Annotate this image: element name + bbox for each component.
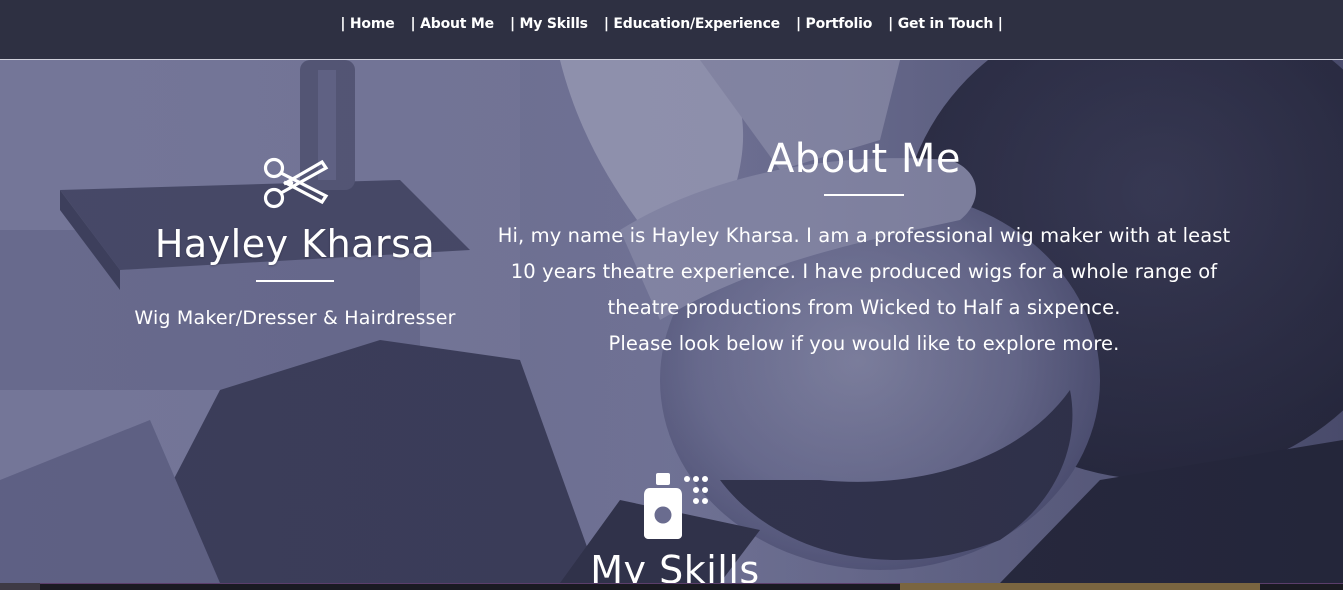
about-text: Hi, my name is Hayley Kharsa. I am a pro…: [490, 218, 1238, 362]
scissors-icon: [263, 157, 329, 209]
about-divider: [824, 194, 904, 196]
nav-item-portfolio[interactable]: | Portfolio: [788, 16, 880, 32]
nav-item-home[interactable]: | Home: [332, 16, 402, 32]
skills-section: My Skills: [560, 470, 790, 583]
nav-item-education-experience[interactable]: | Education/Experience: [596, 16, 788, 32]
about-section: About Me Hi, my name is Hayley Kharsa. I…: [490, 136, 1238, 362]
hero-section: Hayley Kharsa Wig Maker/Dresser & Hairdr…: [0, 60, 1343, 583]
skills-title: My Skills: [590, 548, 760, 583]
profile-divider: [256, 280, 334, 282]
about-paragraph: Please look below if you would like to e…: [608, 332, 1120, 355]
next-section-edge: [0, 583, 1343, 590]
strip-thumb-left: [0, 583, 40, 590]
spray-bottle-icon: [644, 473, 708, 539]
profile-name: Hayley Kharsa: [154, 222, 436, 266]
profile-block: Hayley Kharsa Wig Maker/Dresser & Hairdr…: [90, 156, 500, 329]
nav-item-my-skills[interactable]: | My Skills: [502, 16, 596, 32]
strip-thumb-right: [900, 583, 1260, 590]
about-title: About Me: [766, 136, 962, 182]
about-paragraph: Hi, my name is Hayley Kharsa. I am a pro…: [497, 224, 1231, 319]
top-navigation: | Home | About Me | My Skills | Educatio…: [0, 0, 1343, 60]
nav-item-get-in-touch[interactable]: | Get in Touch |: [880, 16, 1011, 32]
nav-item-about-me[interactable]: | About Me: [403, 16, 502, 32]
profile-role: Wig Maker/Dresser & Hairdresser: [134, 307, 456, 329]
nav-list: | Home | About Me | My Skills | Educatio…: [332, 16, 1010, 32]
